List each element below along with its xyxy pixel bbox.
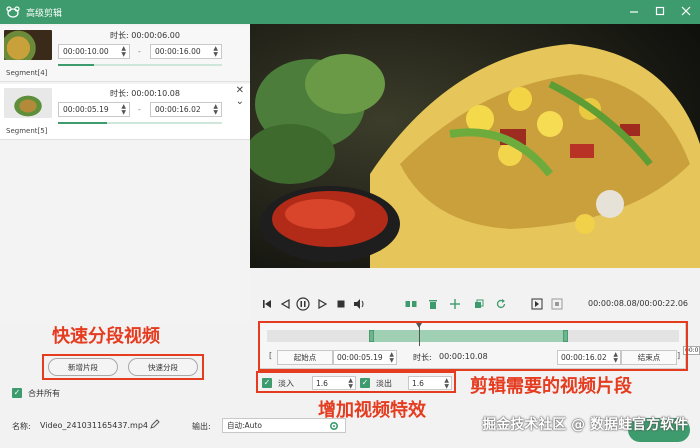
segment-progress-bar [58, 122, 222, 124]
duration-label: 时长: [110, 31, 129, 40]
segment-end-field[interactable]: 00:00:16.00 ▲ ▼ [150, 44, 222, 59]
delete-segment-icon[interactable]: ✕ [236, 85, 244, 96]
duration-label: 时长: [110, 89, 129, 98]
volume-icon[interactable] [352, 297, 366, 311]
player-controls: 00:00:08.08/00:00:22.06 [250, 292, 700, 318]
window-title: 高级剪辑 [26, 8, 63, 19]
segment-thumbnail [4, 88, 52, 118]
segment-list: Segment[4] 时长: 00:00:06.00 00:00:10.00 ▲ ▼… [0, 24, 250, 324]
segment-item[interactable]: Segment[5] 时长: 00:00:10.08 ✕ 00:00:05.19… [0, 84, 250, 140]
start-value: 00:00:10.00 [63, 47, 109, 56]
merge-all-checkbox[interactable]: ✓ [12, 388, 22, 398]
effects-highlight-box [256, 371, 456, 393]
video-frame [250, 24, 700, 268]
watermark: 掘金技术社区 @ 数据蛙官方软件 [482, 417, 688, 433]
segment-duration: 时长: 00:00:06.00 [110, 30, 180, 41]
spinner-icon[interactable]: ▲ ▼ [213, 46, 218, 58]
clip-highlight-box [258, 321, 688, 371]
delete-icon[interactable] [426, 297, 440, 311]
copy-icon[interactable] [472, 297, 486, 311]
maximize-icon[interactable] [652, 3, 668, 19]
spinner-icon[interactable]: ▲ ▼ [121, 46, 126, 58]
segment-thumbnail [4, 30, 52, 60]
mark-out-icon[interactable] [550, 297, 564, 311]
output-value: 自动:Auto [227, 421, 262, 430]
end-value: 00:00:16.02 [155, 105, 201, 114]
start-value: 00:00:05.19 [63, 105, 109, 114]
name-value: Video_241031165437.mp4 [40, 421, 148, 430]
title-bar: 高级剪辑 [0, 0, 700, 24]
output-label: 输出: [192, 422, 211, 431]
player-timecode: 00:00:08.08/00:00:22.06 [588, 299, 688, 308]
segment-progress-bar [58, 64, 222, 66]
pause-icon[interactable] [296, 297, 310, 311]
add-icon[interactable] [448, 297, 462, 311]
segment-progress-fill [58, 64, 95, 66]
spinner-icon[interactable]: ▲ ▼ [121, 104, 126, 116]
segment-item[interactable]: Segment[4] 时长: 00:00:06.00 00:00:10.00 ▲ ▼… [0, 26, 250, 82]
buttons-highlight-box [42, 354, 204, 380]
merge-all-label: 合并所有 [28, 389, 60, 398]
split-icon[interactable] [404, 297, 418, 311]
close-icon[interactable] [678, 3, 694, 19]
settings-icon[interactable] [329, 421, 339, 433]
skip-to-start-icon[interactable] [260, 297, 274, 311]
step-back-icon[interactable] [278, 297, 292, 311]
stop-icon[interactable] [334, 297, 348, 311]
output-select[interactable]: 自动:Auto [222, 418, 346, 433]
spinner-icon[interactable]: ▲ ▼ [213, 104, 218, 116]
range-separator: - [138, 47, 141, 56]
segment-progress-fill [58, 122, 108, 124]
segment-label: Segment[4] [6, 69, 48, 77]
edit-icon[interactable] [150, 419, 160, 431]
segment-start-field[interactable]: 00:00:10.00 ▲ ▼ [58, 44, 130, 59]
step-forward-icon[interactable] [316, 297, 330, 311]
annotation-clip: 剪辑需要的视频片段 [470, 376, 632, 397]
minimize-icon[interactable] [626, 3, 642, 19]
duration-value: 00:00:10.08 [131, 89, 180, 98]
segment-start-field[interactable]: 00:00:05.19 ▲ ▼ [58, 102, 130, 117]
app-logo-icon [6, 5, 20, 19]
refresh-icon[interactable] [494, 297, 508, 311]
range-separator: - [138, 105, 141, 114]
segment-duration: 时长: 00:00:10.08 [110, 88, 180, 99]
video-preview [250, 24, 700, 268]
expand-icon[interactable]: ⌄ [236, 96, 244, 107]
mark-in-icon[interactable] [530, 297, 544, 311]
segment-end-field[interactable]: 00:00:16.02 ▲ ▼ [150, 102, 222, 117]
name-label: 名称: [12, 422, 31, 431]
duration-value: 00:00:06.00 [131, 31, 180, 40]
end-value: 00:00:16.00 [155, 47, 201, 56]
segment-label: Segment[5] [6, 127, 48, 135]
editor-window: 高级剪辑 Segment[4] 时长: 00:00:06.00 00:00:10… [0, 0, 700, 448]
annotation-quick-split: 快速分段视频 [52, 326, 160, 347]
